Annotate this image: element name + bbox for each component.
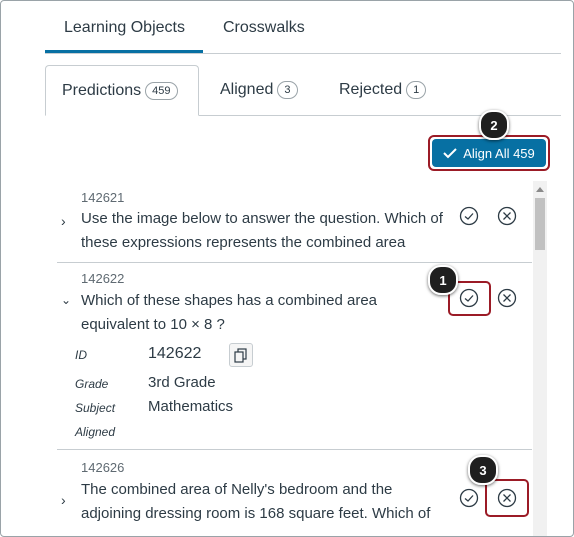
detail-subject-row: Subject Mathematics (57, 397, 357, 419)
item-id: 142621 (81, 190, 125, 205)
panel: Learning Objects Crosswalks Predictions … (0, 0, 574, 537)
item-text: Use the image below to answer the questi… (81, 210, 443, 251)
list-item: 142621 › Use the image below to answer t… (57, 181, 532, 263)
tab-label: Aligned (220, 81, 274, 98)
count-badge: 3 (277, 81, 298, 99)
reject-x-icon[interactable] (497, 206, 517, 226)
detail-grade-row: Grade 3rd Grade (57, 373, 357, 395)
grade-value: 3rd Grade (148, 374, 216, 391)
align-all-label: Align All 459 (463, 145, 535, 161)
scroll-thumb[interactable] (535, 198, 545, 250)
align-all-button[interactable]: Align All 459 (432, 139, 546, 167)
accept-check-icon[interactable] (459, 206, 479, 226)
id-label: ID (75, 348, 87, 362)
tab-crosswalks[interactable]: Crosswalks (223, 19, 305, 37)
active-tab-indicator (45, 50, 203, 53)
tab-label: Rejected (339, 81, 403, 98)
item-text: The combined area of Nelly's bedroom and… (81, 481, 431, 522)
tab-label: Predictions (62, 81, 142, 99)
copy-button[interactable] (229, 343, 253, 367)
callout-1: 1 (428, 265, 458, 295)
id-value: 142622 (148, 345, 202, 362)
reject-x-icon[interactable] (497, 288, 517, 308)
count-badge: 459 (145, 81, 178, 100)
subject-label: Subject (75, 401, 116, 415)
detail-aligned-row: Aligned (57, 421, 357, 443)
predictions-list: 142621 › Use the image below to answer t… (57, 181, 532, 536)
callout-2: 2 (479, 110, 509, 140)
grade-label: Grade (75, 377, 109, 391)
chevron-right-icon[interactable]: › (61, 492, 66, 508)
count-badge: 1 (406, 81, 427, 99)
accept-check-icon[interactable] (459, 488, 479, 508)
align-all-highlight: Align All 459 (428, 135, 550, 171)
tab-rejected[interactable]: Rejected 1 (339, 65, 427, 115)
list-item: 142622 ⌄ Which of these shapes has a com… (57, 263, 532, 450)
tab-predictions[interactable]: Predictions 459 (45, 65, 199, 116)
top-tabs: Learning Objects Crosswalks (45, 1, 561, 54)
tab-aligned[interactable]: Aligned 3 (220, 65, 298, 115)
callout-3: 3 (468, 455, 498, 485)
item-text: Which of these shapes has a combined are… (81, 292, 378, 333)
item-id: 142622 (81, 271, 125, 286)
list-item: 142626 › The combined area of Nelly's be… (57, 450, 532, 536)
chevron-right-icon[interactable]: › (61, 213, 66, 229)
accept-check-icon[interactable] (459, 288, 479, 308)
sub-tabs: Predictions 459 Aligned 3 Rejected 1 (45, 65, 561, 116)
aligned-label: Aligned (75, 425, 116, 439)
check-icon (443, 148, 457, 159)
reject-x-icon[interactable] (497, 488, 517, 508)
chevron-down-icon[interactable]: ⌄ (61, 293, 71, 307)
scroll-up-arrow[interactable] (536, 187, 544, 192)
tab-learning-objects[interactable]: Learning Objects (64, 19, 185, 37)
detail-id-row: ID 142622 (57, 343, 357, 369)
copy-icon (234, 348, 247, 363)
scrollbar[interactable] (533, 181, 547, 536)
subject-value: Mathematics (148, 398, 234, 415)
item-id: 142626 (81, 460, 125, 475)
